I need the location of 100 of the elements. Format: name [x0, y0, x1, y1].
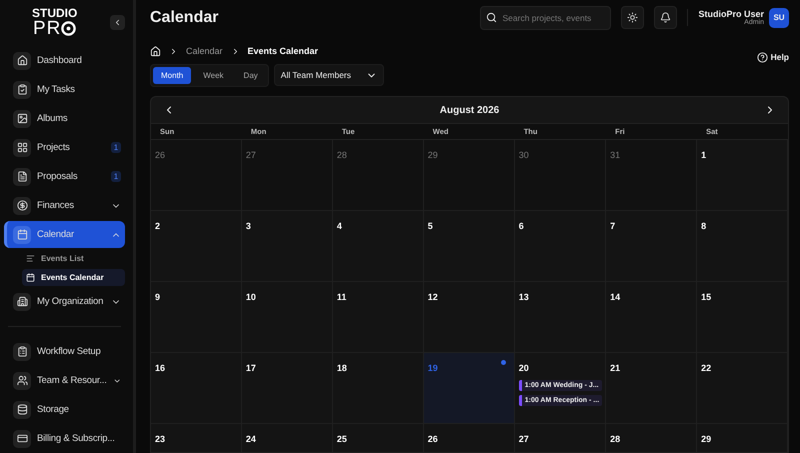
help-link[interactable]: Help — [756, 52, 789, 62]
day-cell[interactable]: 7 — [606, 211, 698, 282]
day-cell[interactable]: 13 — [514, 282, 606, 353]
day-number: 16 — [155, 363, 166, 373]
day-number: 18 — [336, 363, 347, 373]
sidebar-item[interactable]: Workflow Setup — [4, 338, 125, 365]
day-cell[interactable]: 28 — [332, 140, 424, 211]
day-number: 30 — [518, 150, 529, 160]
day-cell[interactable]: 29 — [424, 140, 515, 211]
sidebar-item[interactable]: Dashboard — [4, 47, 125, 74]
day-cell[interactable]: 21 — [606, 353, 698, 424]
day-cell[interactable]: 22 — [697, 353, 788, 424]
sidebar-item[interactable]: Finances — [4, 192, 125, 219]
user-avatar[interactable]: SU — [769, 8, 789, 28]
view-tab[interactable]: Month — [153, 66, 192, 84]
breadcrumb-link[interactable]: Calendar — [186, 46, 223, 56]
aperture-icon — [61, 20, 76, 36]
chevron-right-icon — [169, 46, 178, 56]
day-number: 10 — [246, 292, 256, 302]
day-cell[interactable]: 18 — [332, 353, 424, 424]
day-number: 15 — [701, 292, 712, 302]
view-tab[interactable]: Day — [236, 66, 266, 84]
day-number: 5 — [428, 221, 433, 231]
day-cell[interactable]: 26 — [151, 140, 242, 211]
nav-icon — [16, 113, 28, 124]
nav-icon — [16, 433, 28, 444]
day-number: 23 — [155, 434, 166, 444]
day-number: 28 — [610, 434, 620, 444]
day-cell[interactable]: 17 — [242, 353, 333, 424]
view-tab[interactable]: Week — [195, 66, 232, 84]
sidebar-item[interactable]: Storage — [4, 396, 125, 423]
day-number: 7 — [610, 221, 616, 231]
day-cell[interactable]: 15 — [697, 282, 788, 353]
calendar-icon — [26, 273, 35, 282]
nav-icon — [16, 404, 28, 415]
submenu-item[interactable]: Events Calendar — [22, 269, 125, 286]
search-icon — [486, 12, 498, 22]
collapse-button[interactable] — [110, 14, 125, 30]
day-number: 1 — [701, 150, 706, 160]
day-number: 26 — [428, 434, 438, 444]
notifications-button[interactable] — [654, 6, 678, 29]
day-number: 4 — [336, 221, 342, 231]
day-cell[interactable]: 5 — [424, 211, 515, 282]
day-cell[interactable]: 8 — [697, 211, 788, 282]
team-member-dropdown[interactable]: All Team Members — [274, 64, 384, 86]
nav-icon — [16, 375, 28, 386]
logo: STUDIO PR — [32, 6, 78, 38]
day-number: 6 — [518, 221, 524, 231]
day-number: 20 — [518, 363, 529, 373]
day-cell[interactable]: 27 — [514, 424, 606, 452]
breadcrumb-link[interactable]: Events Calendar — [248, 46, 318, 56]
sidebar-item[interactable]: Projects 1 — [4, 134, 125, 161]
month-title: August 2026 — [440, 104, 500, 116]
day-number: 8 — [701, 221, 706, 231]
day-cell[interactable]: 4 — [332, 211, 424, 282]
sidebar-item[interactable]: My Tasks — [4, 76, 125, 103]
home-icon[interactable] — [150, 46, 161, 56]
day-number: 22 — [701, 363, 712, 373]
day-cell[interactable]: 9 — [151, 282, 242, 353]
sidebar-item[interactable]: My Organization — [4, 288, 125, 315]
day-cell[interactable]: 3 — [242, 211, 333, 282]
day-cell[interactable]: 12 — [424, 282, 515, 353]
day-cell[interactable]: 30 — [514, 140, 606, 211]
day-number: 24 — [246, 434, 256, 444]
search-field[interactable]: Search projects, events — [480, 6, 612, 30]
theme-toggle-button[interactable] — [621, 6, 644, 29]
nav-icon — [16, 346, 28, 357]
day-cell[interactable]: 11 — [332, 282, 424, 353]
bell-icon — [660, 12, 672, 23]
day-cell[interactable]: 14 — [606, 282, 698, 353]
list-icon — [26, 254, 35, 263]
day-cell[interactable]: 1 — [697, 140, 788, 211]
nav-icon — [16, 229, 28, 240]
nav-icon — [16, 296, 28, 307]
sidebar-item[interactable]: Albums — [4, 105, 125, 132]
day-number: 25 — [336, 434, 347, 444]
nav-icon — [16, 200, 28, 211]
day-number: 11 — [336, 292, 346, 302]
day-number: 29 — [428, 150, 438, 160]
day-number: 19 — [428, 363, 438, 373]
sidebar-item[interactable]: Billing & Subscrip... — [4, 425, 125, 452]
count-badge: 1 — [110, 142, 121, 153]
day-cell[interactable]: 16 — [151, 353, 242, 424]
sidebar-item[interactable]: Calendar — [4, 221, 125, 248]
day-number: 12 — [428, 292, 438, 302]
user-name: StudioPro User — [698, 9, 764, 19]
sidebar-item[interactable]: Proposals 1 — [4, 163, 125, 190]
count-badge: 1 — [110, 171, 121, 182]
help-icon — [756, 52, 768, 62]
sidebar-item[interactable]: Team & Resour... — [4, 367, 125, 394]
day-number: 27 — [246, 150, 256, 160]
day-cell[interactable]: 6 — [514, 211, 606, 282]
submenu-item[interactable]: Events List — [22, 250, 125, 267]
nav-icon — [16, 84, 28, 95]
day-cell[interactable]: 2 — [151, 211, 242, 282]
day-cell[interactable]: 27 — [242, 140, 333, 211]
day-cell[interactable]: 10 — [242, 282, 333, 353]
nav-icon — [16, 142, 28, 153]
nav-icon — [16, 171, 28, 182]
day-cell[interactable]: 31 — [606, 140, 698, 211]
